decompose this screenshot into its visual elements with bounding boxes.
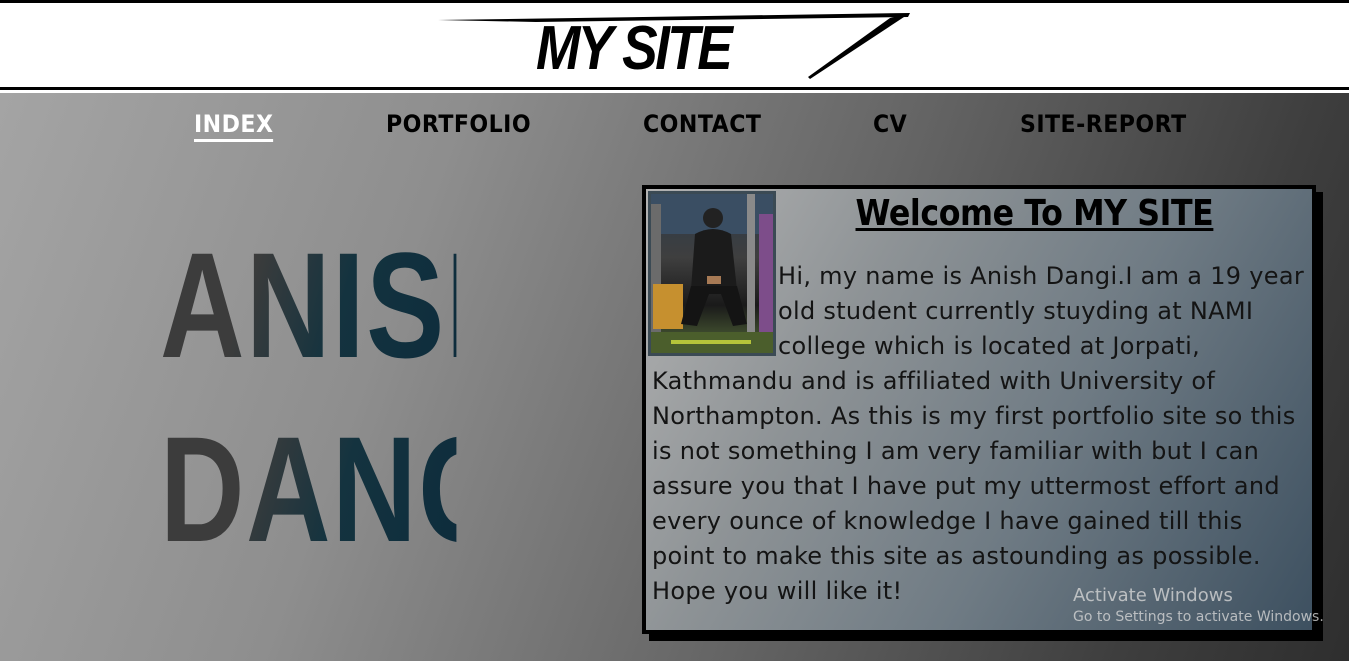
activate-windows-watermark: Activate Windows Go to Settings to activ… — [1073, 586, 1324, 628]
site-header: MY SITE — [0, 0, 1349, 90]
hero-name-first: ANISH — [160, 221, 532, 389]
watermark-line2: Go to Settings to activate Windows. — [1073, 609, 1324, 625]
welcome-title: Welcome To MY SITE — [855, 193, 1214, 234]
hero-name-last: DANGI — [160, 405, 545, 573]
site-logo[interactable]: MY SITE — [536, 11, 733, 87]
welcome-card: Welcome To MY SITE Hi, my name is Anish … — [642, 185, 1316, 634]
nav-contact[interactable]: CONTACT — [643, 110, 761, 138]
nav-index[interactable]: INDEX — [194, 110, 274, 142]
nav-portfolio[interactable]: PORTFOLIO — [386, 110, 531, 138]
nav-cv[interactable]: CV — [873, 110, 907, 138]
watermark-line1: Activate Windows — [1073, 585, 1233, 606]
main-area: INDEX PORTFOLIO CONTACT CV SITE-REPORT A… — [0, 93, 1349, 661]
nav-site-report[interactable]: SITE-REPORT — [1020, 110, 1187, 138]
